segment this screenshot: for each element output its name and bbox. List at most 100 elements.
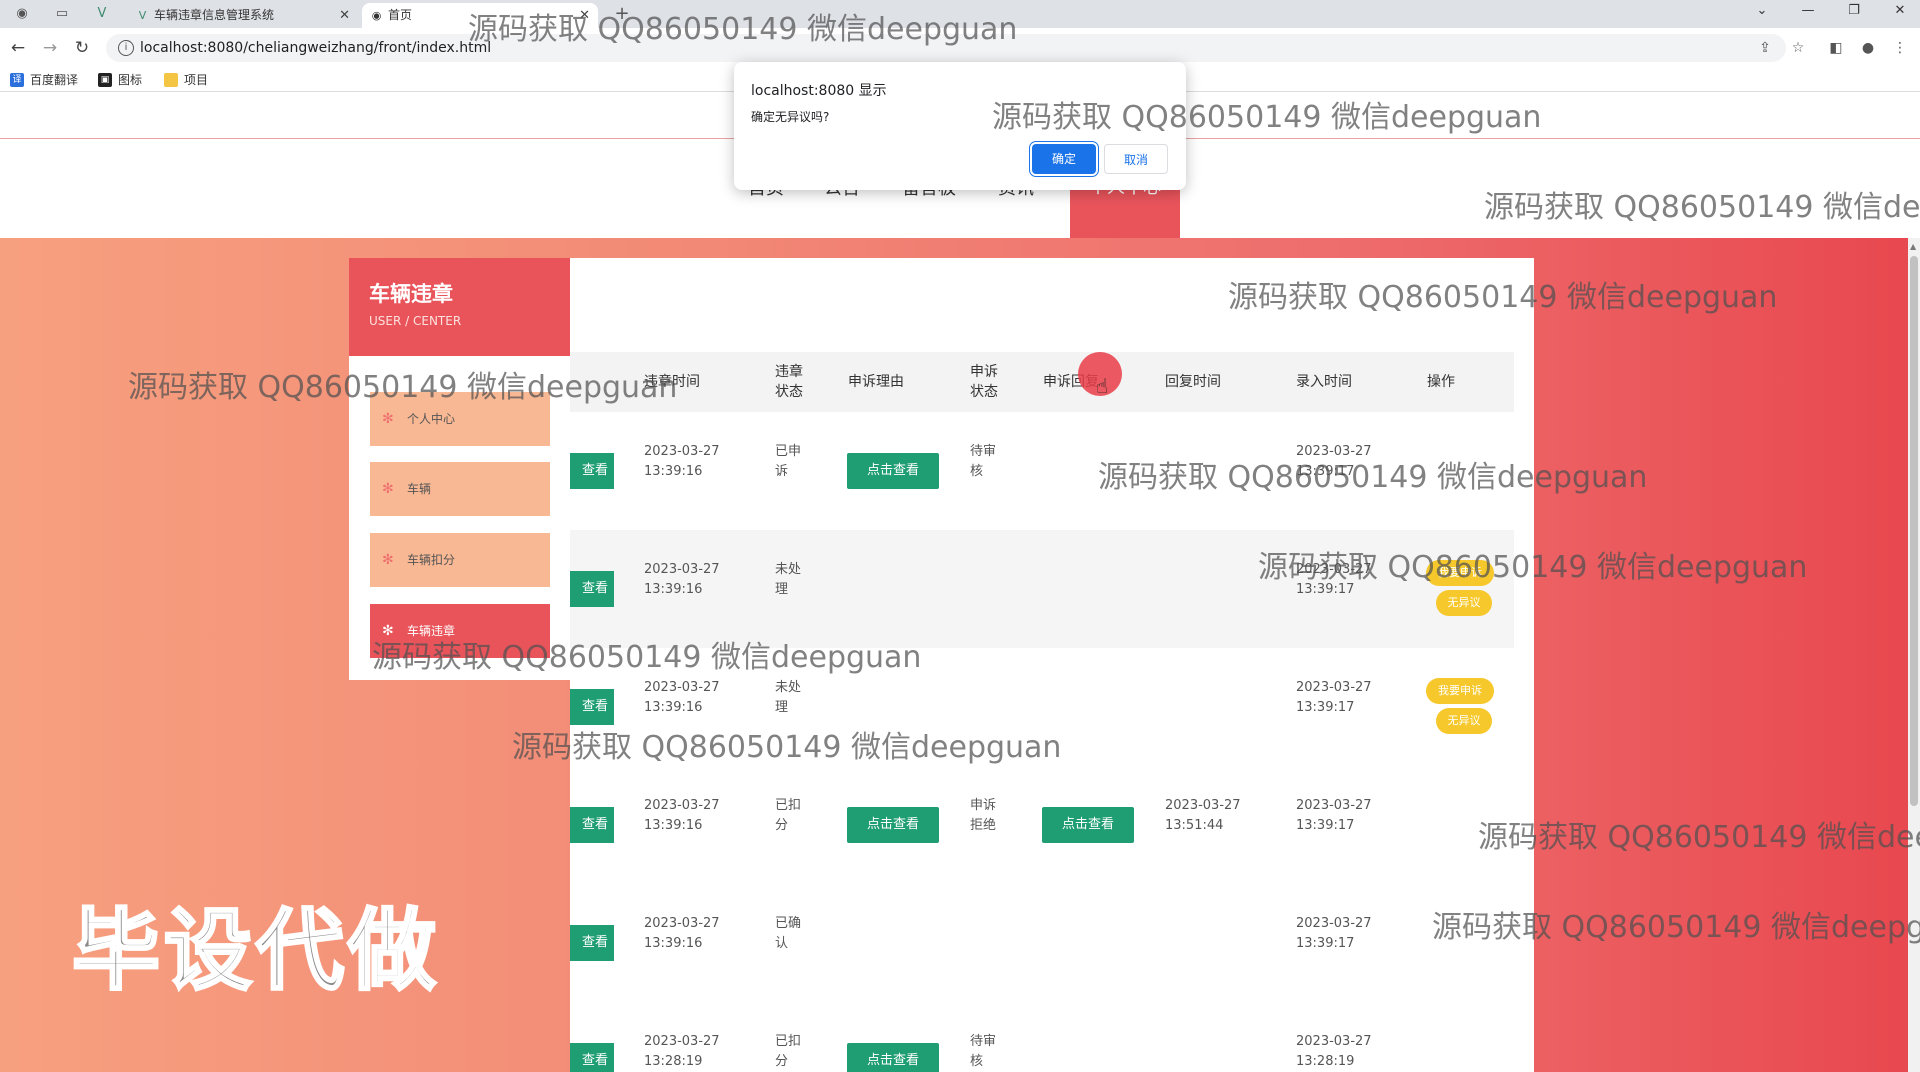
view-reason-button[interactable]: 点击查看 xyxy=(847,453,939,489)
table-row: 查看 2023-03-27 13:39:16 已确认 2023-03-27 13… xyxy=(570,884,1514,1002)
violation-time: 2023-03-27 13:39:16 xyxy=(644,798,720,833)
share-icon[interactable]: ⇪ xyxy=(1755,38,1775,58)
tab-icon[interactable]: ▭ xyxy=(52,4,72,24)
globe-icon[interactable]: ◉ xyxy=(12,4,32,24)
entry-time: 2023-03-27 13:39:17 xyxy=(1296,798,1372,833)
th-appeal-reason: 申诉理由 xyxy=(848,374,904,390)
info-icon[interactable]: i xyxy=(118,40,134,56)
view-reason-button[interactable]: 点击查看 xyxy=(847,1043,939,1072)
confirm-button[interactable]: 确定 xyxy=(1032,144,1096,174)
sidebar-icon[interactable]: ◧ xyxy=(1826,38,1846,58)
watermark: 源码获取 QQ86050149 微信deepguan xyxy=(1478,820,1920,855)
sidebar-item-vehicle-points[interactable]: ✻ 车辆扣分 xyxy=(370,533,550,587)
cancel-button[interactable]: 取消 xyxy=(1104,144,1168,174)
no-objection-button[interactable]: 无异议 xyxy=(1436,590,1492,616)
star-icon[interactable]: ☆ xyxy=(1788,38,1808,58)
violation-time: 2023-03-27 13:39:16 xyxy=(644,444,720,479)
overlay-label: 毕设代做 xyxy=(70,898,441,1004)
th-entry-time: 录入时间 xyxy=(1296,374,1352,390)
violation-status: 未处理 xyxy=(775,680,802,715)
view-reply-button[interactable]: 点击查看 xyxy=(1042,807,1134,843)
view-image-button[interactable]: 查看 xyxy=(570,1043,614,1072)
watermark: 源码获取 QQ86050149 微信deepguan xyxy=(1432,910,1920,945)
chevron-down-icon[interactable]: ⌄ xyxy=(1742,0,1782,22)
violation-time: 2023-03-27 13:39:16 xyxy=(644,916,720,951)
entry-time: 2023-03-27 13:39:17 xyxy=(1296,916,1372,951)
view-image-button[interactable]: 查看 xyxy=(570,807,614,843)
dialog-message: 确定无异议吗? xyxy=(751,110,830,124)
sidebar-title: 车辆违章 xyxy=(369,282,453,306)
tab-title: 首页 xyxy=(388,8,413,22)
table-row: 查看 2023-03-27 13:39:16 已扣分 点击查看 申诉拒绝 点击查… xyxy=(570,766,1514,884)
bookmark-label: 图标 xyxy=(118,73,143,87)
image-icon: ▣ xyxy=(98,73,112,87)
watermark: 源码获取 QQ86050149 微信deepguan xyxy=(992,100,1542,135)
scroll-up-icon[interactable]: ▲ xyxy=(1910,242,1916,251)
sidebar-item-vehicle[interactable]: ✻ 车辆 xyxy=(370,462,550,516)
watermark: 源码获取 QQ86050149 微信deepguan xyxy=(468,12,1018,47)
bookmark-icons[interactable]: ▣ 图标 xyxy=(98,71,142,89)
watermark: 源码获取 QQ86050149 微信deepguan xyxy=(372,640,922,675)
view-reason-button[interactable]: 点击查看 xyxy=(847,807,939,843)
appeal-status: 申诉拒绝 xyxy=(970,798,997,833)
watermark: 源码获取 QQ86050149 微信deepguan xyxy=(1098,460,1648,495)
entry-time: 2023-03-27 13:39:17 xyxy=(1296,680,1372,715)
violation-status: 已扣分 xyxy=(775,1034,802,1069)
watermark: 源码获取 QQ86050149 微信deepguan xyxy=(128,370,678,405)
forward-icon[interactable]: → xyxy=(38,36,62,60)
bookmark-translate[interactable]: 译 百度翻译 xyxy=(10,71,78,89)
close-icon[interactable]: ✕ xyxy=(339,3,350,28)
bookmark-label: 项目 xyxy=(184,73,209,87)
translate-icon: 译 xyxy=(10,73,24,87)
sidebar-item-label: 车辆 xyxy=(407,482,432,496)
tab-title: 车辆违章信息管理系统 xyxy=(154,8,275,22)
violation-time: 2023-03-27 13:28:19 xyxy=(644,1034,720,1069)
vue-icon: V xyxy=(138,9,147,22)
sidebar-subtitle: USER / CENTER xyxy=(369,314,462,328)
appeal-status: 待审核 xyxy=(970,444,997,479)
scrollbar-thumb[interactable] xyxy=(1910,256,1918,806)
tab-system[interactable]: V 车辆违章信息管理系统 ✕ xyxy=(128,3,358,28)
appeal-status: 待审核 xyxy=(970,1034,997,1069)
th-reply-time: 回复时间 xyxy=(1165,374,1221,390)
violation-status: 已确认 xyxy=(775,916,802,951)
sidebar-item-label: 个人中心 xyxy=(407,412,456,426)
scrollbar[interactable]: ▲ xyxy=(1908,238,1920,1072)
th-actions: 操作 xyxy=(1427,374,1455,390)
sidebar-header: 车辆违章 USER / CENTER xyxy=(349,258,570,356)
watermark: 源码获取 QQ86050149 微信deepguan xyxy=(1484,190,1920,225)
sidebar-item-label: 车辆扣分 xyxy=(407,553,456,567)
view-image-button[interactable]: 查看 xyxy=(570,571,614,607)
no-objection-button[interactable]: 无异议 xyxy=(1436,708,1492,734)
url-text: localhost:8080/cheliangweizhang/front/in… xyxy=(140,40,492,56)
globe-icon: ◉ xyxy=(371,9,382,22)
watermark: 源码获取 QQ86050149 微信deepguan xyxy=(512,730,1062,765)
violation-status: 已申诉 xyxy=(775,444,802,479)
violation-time: 2023-03-27 13:39:16 xyxy=(644,562,720,597)
menu-icon[interactable]: ⋮ xyxy=(1890,38,1910,58)
dialog-title: localhost:8080 显示 xyxy=(751,83,887,99)
asterisk-icon: ✻ xyxy=(382,552,394,568)
reply-time: 2023-03-27 13:51:44 xyxy=(1165,798,1241,833)
restore-button[interactable]: ❐ xyxy=(1834,0,1874,22)
vue-icon[interactable]: V xyxy=(92,4,112,24)
back-icon[interactable]: ← xyxy=(6,36,30,60)
reload-icon[interactable]: ↻ xyxy=(70,36,94,60)
asterisk-icon: ✻ xyxy=(382,481,394,497)
violation-time: 2023-03-27 13:39:16 xyxy=(644,680,720,715)
entry-time: 2023-03-27 13:28:19 xyxy=(1296,1034,1372,1069)
violation-status: 已扣分 xyxy=(775,798,802,833)
hand-cursor-icon: ☝ xyxy=(1096,374,1109,398)
minimize-button[interactable]: — xyxy=(1788,0,1828,22)
view-image-button[interactable]: 查看 xyxy=(570,925,614,961)
view-image-button[interactable]: 查看 xyxy=(570,453,614,489)
profile-icon[interactable]: ● xyxy=(1858,38,1878,58)
table-row: 查看 2023-03-27 13:28:19 已扣分 点击查看 待审核 2023… xyxy=(570,1002,1514,1072)
window-close-button[interactable]: ✕ xyxy=(1880,0,1920,22)
watermark: 源码获取 QQ86050149 微信deepguan xyxy=(1228,280,1778,315)
user-sidebar: 车辆违章 USER / CENTER ✻ 个人中心 ✻ 车辆 ✻ 车辆扣分 ✻ … xyxy=(349,258,570,680)
appeal-button[interactable]: 我要申诉 xyxy=(1426,678,1494,704)
violation-status: 未处理 xyxy=(775,562,802,597)
bookmark-project[interactable]: 项目 xyxy=(164,71,208,89)
view-image-button[interactable]: 查看 xyxy=(570,689,614,725)
